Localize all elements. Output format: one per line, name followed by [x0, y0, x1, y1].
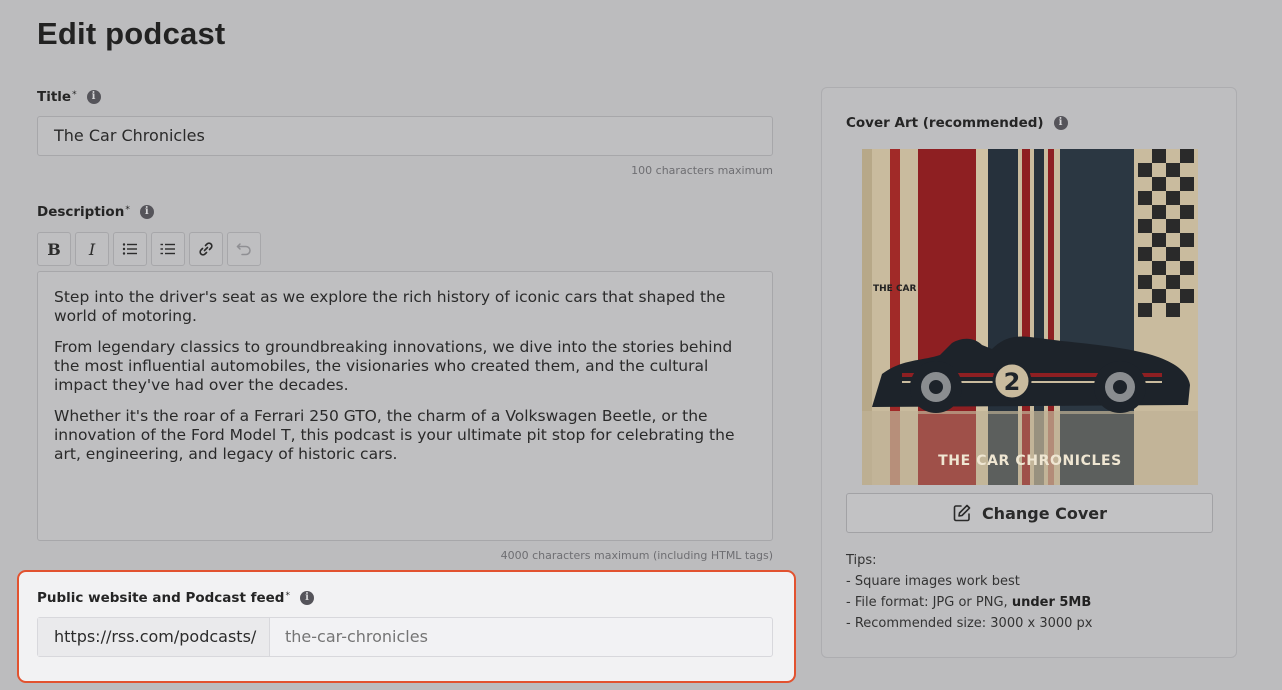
change-cover-button[interactable]: Change Cover: [846, 493, 1213, 533]
description-paragraph: Whether it's the roar of a Ferrari 250 G…: [54, 407, 735, 463]
description-editor[interactable]: Step into the driver's seat as we explor…: [37, 271, 773, 541]
cover-art-small-text: THE CAR: [873, 284, 917, 294]
description-hint: 4000 characters maximum (including HTML …: [500, 549, 773, 562]
numbered-list-button[interactable]: [151, 232, 185, 266]
feed-label-text: Public website and Podcast feed: [37, 590, 285, 606]
cover-info-icon[interactable]: i: [1053, 116, 1068, 130]
numbered-list-icon: [160, 243, 175, 255]
feed-section: Public website and Podcast feed * i https…: [17, 570, 796, 683]
feed-label: Public website and Podcast feed * i: [37, 590, 314, 606]
tips-line: - File format: JPG or PNG, under 5MB: [846, 592, 1093, 613]
tips-heading: Tips:: [846, 553, 877, 568]
feed-required-mark: *: [285, 591, 290, 601]
title-hint: 100 characters maximum: [631, 164, 773, 177]
link-icon: [199, 242, 213, 256]
cover-label-text: Cover Art (recommended): [846, 115, 1044, 131]
description-paragraph: From legendary classics to groundbreakin…: [54, 338, 733, 394]
feed-info-icon[interactable]: i: [299, 591, 314, 605]
title-required-mark: *: [72, 90, 77, 100]
bullet-list-icon: [122, 243, 137, 255]
feed-url-field: https://rss.com/podcasts/: [37, 617, 773, 657]
title-input[interactable]: The Car Chronicles: [37, 116, 773, 156]
description-label: Description * i: [37, 204, 154, 220]
title-label-text: Title: [37, 89, 72, 105]
edit-icon: [953, 504, 971, 522]
description-label-text: Description: [37, 204, 125, 220]
cover-tips: Tips: - Square images work best - File f…: [846, 550, 1093, 634]
link-button[interactable]: [189, 232, 223, 266]
change-cover-label: Change Cover: [981, 503, 1108, 523]
italic-button[interactable]: I: [75, 232, 109, 266]
cover-art-title: THE CAR CHRONICLES: [938, 453, 1122, 469]
tips-line-text: - File format: JPG or PNG,: [846, 595, 1012, 610]
cover-label: Cover Art (recommended) i: [846, 115, 1068, 131]
cover-art-number: 2: [1004, 368, 1021, 396]
bold-icon: B: [47, 239, 61, 259]
description-paragraph: Step into the driver's seat as we explor…: [54, 288, 726, 325]
tips-line: - Recommended size: 3000 x 3000 px: [846, 616, 1093, 631]
edit-podcast-page: Edit podcast Title * i The Car Chronicles…: [0, 0, 1282, 690]
tips-line: - Square images work best: [846, 574, 1020, 589]
bold-button[interactable]: B: [37, 232, 71, 266]
feed-url-prefix: https://rss.com/podcasts/: [38, 618, 270, 656]
description-info-icon[interactable]: i: [139, 205, 154, 219]
page-title: Edit podcast: [37, 16, 226, 51]
description-required-mark: *: [125, 205, 130, 215]
editor-toolbar: B I: [37, 232, 261, 266]
undo-icon: [236, 243, 251, 256]
title-info-icon[interactable]: i: [86, 90, 101, 104]
italic-icon: I: [88, 239, 96, 259]
bullet-list-button[interactable]: [113, 232, 147, 266]
cover-art-image: 2 THE CAR THE CAR CHRONICLES: [862, 149, 1198, 485]
tips-line-bold: under 5MB: [1011, 595, 1092, 610]
undo-button[interactable]: [227, 232, 261, 266]
feed-slug-input[interactable]: [270, 618, 772, 656]
title-label: Title * i: [37, 89, 101, 105]
cover-art-panel: Cover Art (recommended) i 2 THE CAR THE …: [821, 87, 1237, 658]
